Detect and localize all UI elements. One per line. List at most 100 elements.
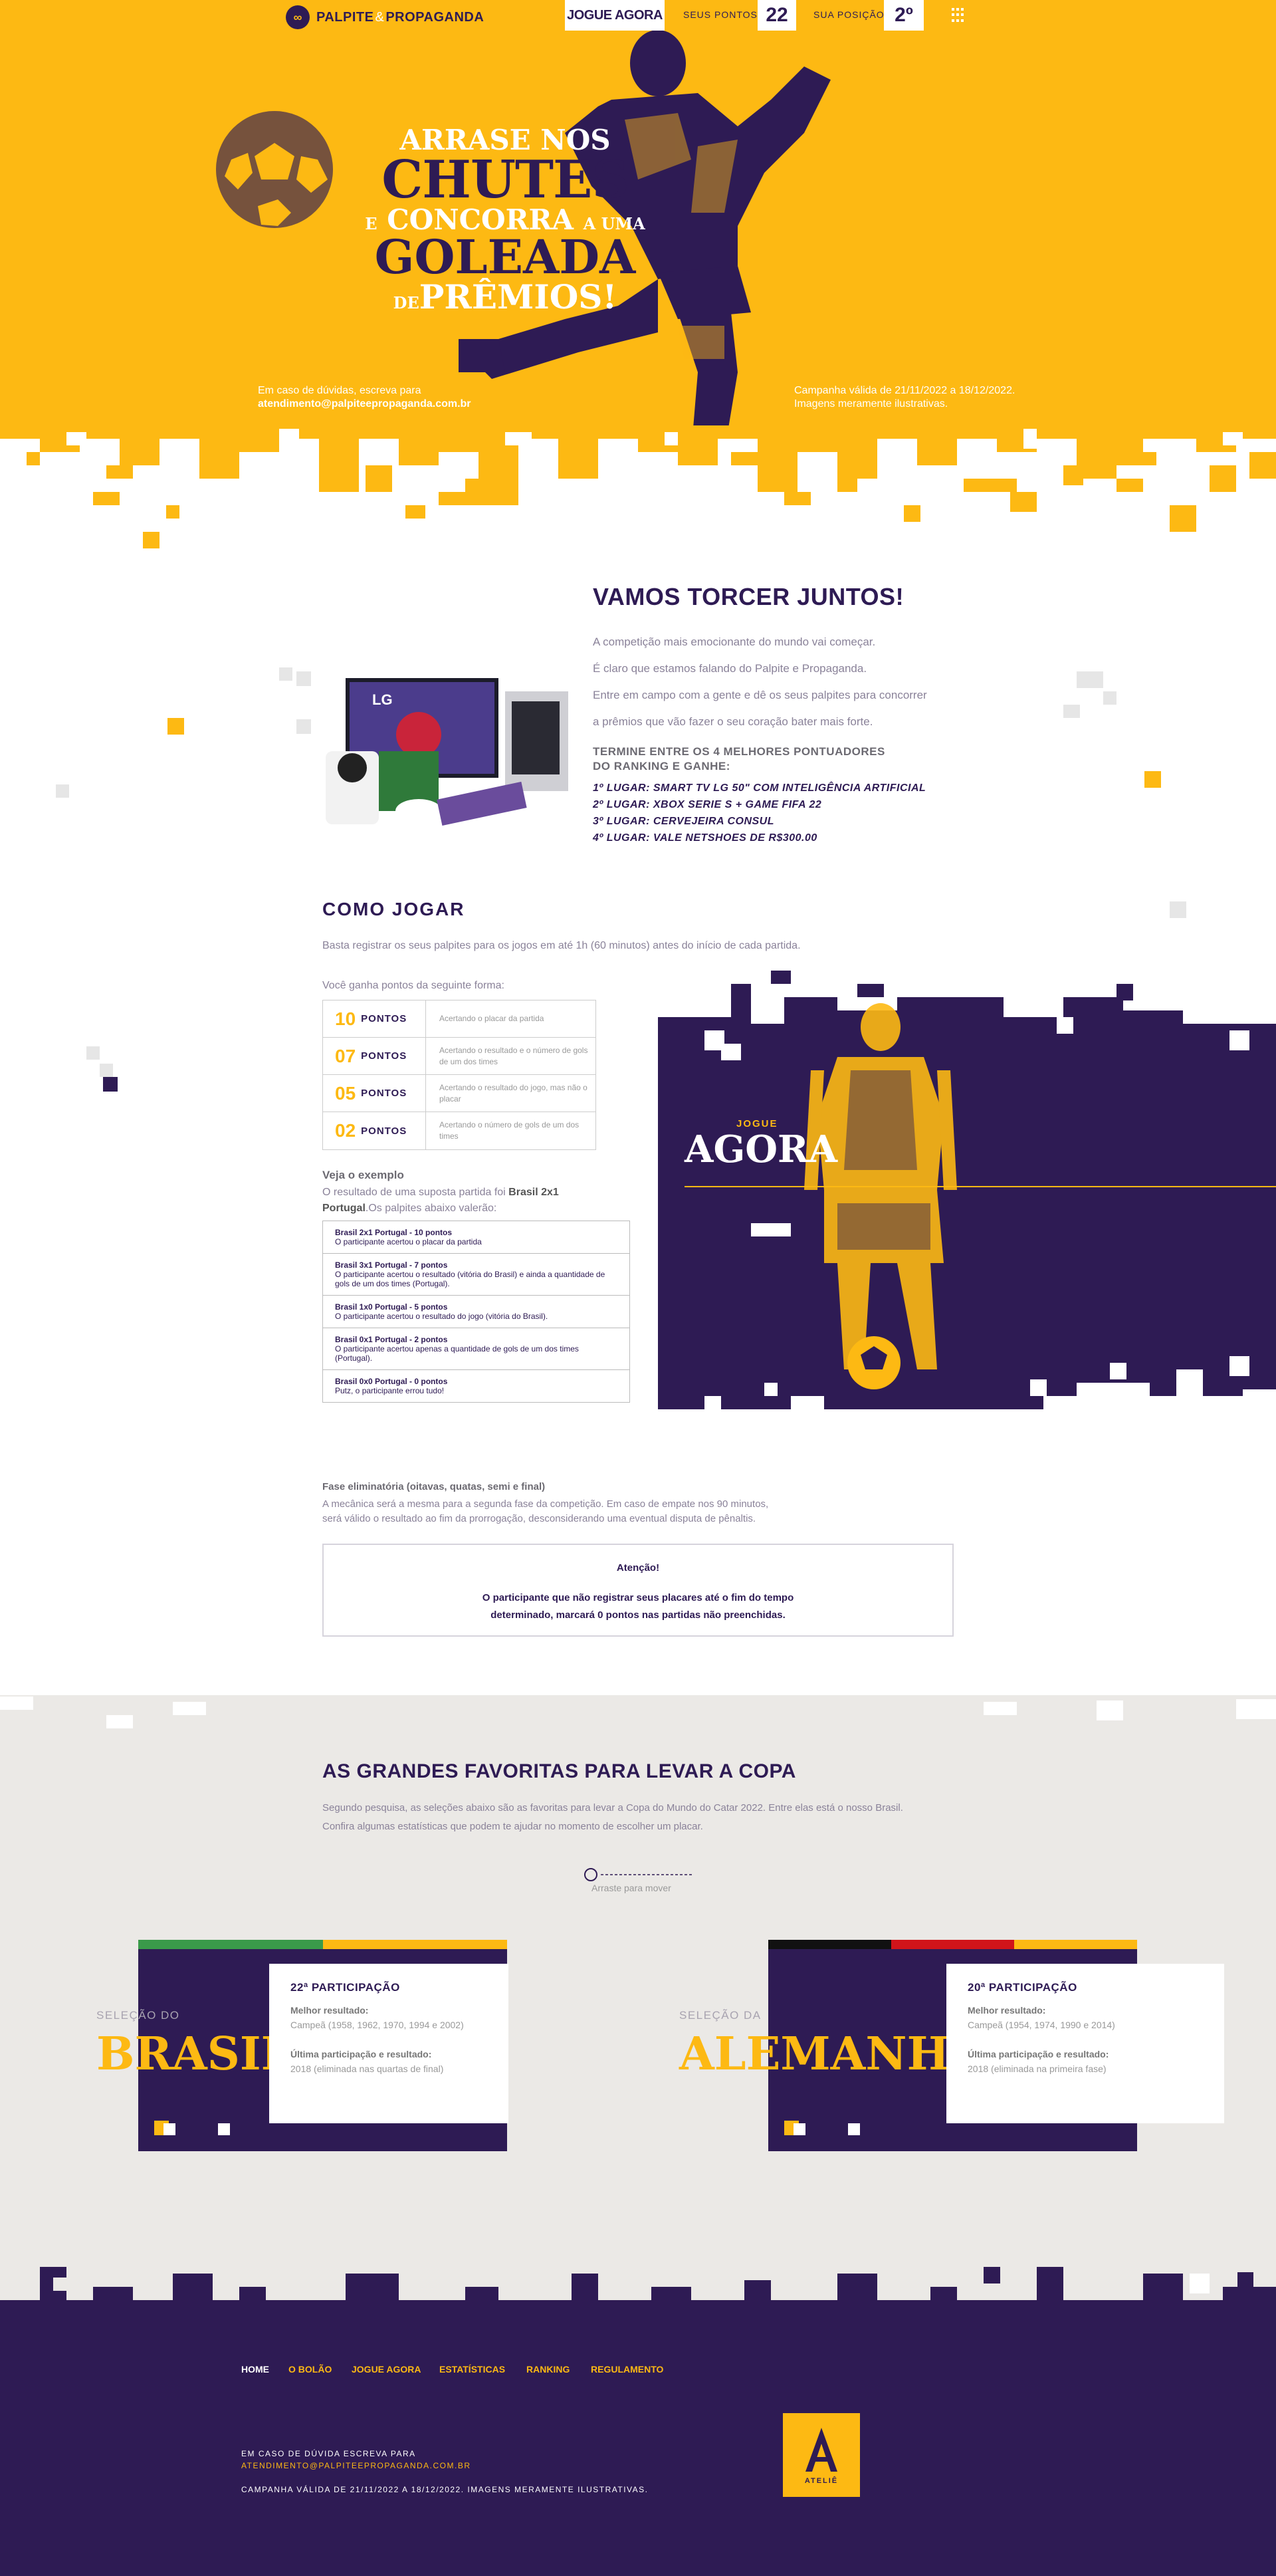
decorative-pixel <box>1023 429 1037 449</box>
atelie-badge[interactable]: ATELIÊ <box>783 2413 860 2497</box>
decorative-pixel <box>1143 439 1156 452</box>
best-result-label: Melhor resultado: <box>290 2005 369 2016</box>
example-intro-tail: .Os palpites abaixo valerão: <box>365 1203 497 1214</box>
example-title: Veja o exemplo <box>322 1169 404 1181</box>
decorative-pixel <box>565 465 591 479</box>
prize-heading: TERMINE ENTRE OS 4 MELHORES PONTUADORES … <box>593 745 885 774</box>
jogue-agora-artwork <box>658 971 1276 1409</box>
footer-nav-o-bolao[interactable]: O BOLÃO <box>288 2364 332 2375</box>
decorative-pixel <box>572 2274 598 2300</box>
example-row: Brasil 3x1 Portugal - 7 pontos O particip… <box>323 1254 629 1296</box>
decorative-pixel <box>93 492 120 505</box>
decorative-pixel <box>1130 1712 1156 1728</box>
footer-nav-regulamento[interactable]: REGULAMENTO <box>591 2364 663 2375</box>
decorative-pixel <box>346 1702 372 1728</box>
points-row: 07 PONTOS Acertando o resultado e o númer… <box>323 1038 595 1075</box>
vamos-paragraph-2: É claro que estamos falando do Palpite e… <box>593 662 867 675</box>
decorative-pixel <box>106 465 133 479</box>
team-pre-label: SELEÇÃO DA <box>679 2009 762 2022</box>
hero-contact: Em caso de dúvidas, escreva para atendim… <box>258 384 471 411</box>
footer-nav-jogue-agora[interactable]: JOGUE AGORA <box>352 2364 421 2375</box>
decorative-pixel <box>173 2274 213 2300</box>
decorative-pixel <box>1097 1700 1123 1720</box>
campaign-line-1: Campanha válida de 21/11/2022 a 18/12/20… <box>794 385 1015 396</box>
decorative-pixel <box>66 432 86 445</box>
vamos-paragraph-3: Entre em campo com a gente e dê os seus … <box>593 689 927 701</box>
decorative-pixel <box>0 1697 33 1710</box>
example-row: Brasil 0x0 Portugal - 0 pontos Putz, o pa… <box>323 1370 629 1402</box>
footer-nav-ranking[interactable]: RANKING <box>526 2364 570 2375</box>
footer-contact-email[interactable]: ATENDIMENTO@PALPITEEPROPAGANDA.COM.BR <box>241 2460 471 2472</box>
example-intro-text: O resultado de uma suposta partida foi <box>322 1187 509 1198</box>
attention-text-line-2: determinado, marcará 0 pontos nas partid… <box>490 1609 786 1621</box>
prize-heading-line-1: TERMINE ENTRE OS 4 MELHORES PONTUADORES <box>593 745 885 758</box>
decorative-pixel <box>53 2278 66 2291</box>
example-row-desc: O participante acertou apenas a quantida… <box>335 1344 579 1363</box>
footer-contact: EM CASO DE DÚVIDA ESCREVA PARA ATENDIMEN… <box>241 2448 471 2472</box>
flag-stripe <box>891 1940 1014 1949</box>
decorative-pixel <box>505 432 532 445</box>
decorative-pixel <box>1063 705 1080 718</box>
flag-stripe <box>323 1940 507 1949</box>
decorative-pixel <box>1063 465 1083 485</box>
best-result-value: Campeã (1958, 1962, 1970, 1994 e 2002) <box>290 2020 464 2030</box>
como-jogar-title: COMO JOGAR <box>322 899 465 919</box>
drag-hint: Arraste para mover <box>591 1883 671 1893</box>
atelie-text: ATELIÊ <box>804 2477 839 2485</box>
headline-line-5-main: PRÊMIOS! <box>419 277 617 316</box>
decorative-pixel <box>86 1046 100 1060</box>
decorative-pixel <box>1249 452 1276 479</box>
drag-slider-indicator[interactable] <box>582 1867 695 1883</box>
como-intro: Basta registrar os seus palpites para os… <box>322 940 801 951</box>
last-result-value: 2018 (eliminada na primeira fase) <box>968 2063 1107 2074</box>
decorative-pixel <box>1143 2274 1183 2300</box>
decorative-pixel <box>405 505 425 519</box>
agora-big-label: AGORA <box>685 1127 838 1171</box>
example-row: Brasil 2x1 Portugal - 10 pontos O partici… <box>323 1221 629 1254</box>
site-logo[interactable]: ∞ PALPITE & PROPAGANDA <box>286 5 484 29</box>
points-intro: Você ganha pontos da seguinte forma: <box>322 980 504 991</box>
points-word: PONTOS <box>361 1050 407 1062</box>
infinity-logo-icon: ∞ <box>286 5 310 29</box>
example-intro-team: Portugal <box>322 1203 366 1214</box>
contact-email-link[interactable]: atendimento@palpiteepropaganda.com.br <box>258 398 471 410</box>
drag-hand-icon <box>584 1868 694 1881</box>
hero-campaign-note: Campanha válida de 21/11/2022 a 18/12/20… <box>794 384 1015 411</box>
jogue-agora-panel[interactable]: JOGUE AGORA <box>658 971 1276 1409</box>
decorative-pixel <box>166 505 179 519</box>
example-intro: O resultado de uma suposta partida foi B… <box>322 1185 608 1217</box>
decorative-pixel <box>100 1064 113 1077</box>
prize-list: 1º LUGAR: SMART TV LG 50" COM INTELIGÊNC… <box>593 780 926 846</box>
last-result-value: 2018 (eliminada nas quartas de final) <box>290 2063 444 2074</box>
example-row: Brasil 1x0 Portugal - 5 pontos O particip… <box>323 1296 629 1328</box>
grid-menu-icon[interactable] <box>952 8 966 23</box>
example-row-desc: O participante acertou o placar da parti… <box>335 1237 482 1246</box>
fase-text-line-1: A mecânica será a mesma para a segunda f… <box>322 1498 769 1510</box>
attention-title: Atenção! <box>616 1562 660 1574</box>
jogue-agora-button[interactable]: JOGUE AGORA <box>565 0 665 31</box>
decorative-pixel <box>93 2287 133 2300</box>
campaign-line-2: Imagens meramente ilustrativas. <box>794 398 948 410</box>
footer-nav-home[interactable]: HOME <box>241 2364 269 2375</box>
points-word: PONTOS <box>361 1125 407 1137</box>
decorative-pixel <box>837 2274 877 2300</box>
decorative-pixel <box>731 452 758 465</box>
svg-text:LG: LG <box>372 691 393 708</box>
points-description: Acertando o resultado e o número de gols… <box>439 1045 588 1066</box>
team-stats-card: 22ª PARTICIPAÇÃO Melhor resultado: Campe… <box>269 1964 508 2123</box>
prize-item: 1º LUGAR: SMART TV LG 50" COM INTELIGÊNC… <box>593 782 926 794</box>
contact-text: Em caso de dúvidas, escreva para <box>258 385 421 396</box>
decorative-pixel <box>665 432 678 445</box>
decorative-pixel <box>904 505 920 522</box>
favoritas-title: AS GRANDES FAVORITAS PARA LEVAR A COPA <box>322 1760 796 1782</box>
decorative-pixel <box>930 1708 964 1728</box>
hero-headline: ARRASE NOS CHUTES E CONCORRA A UMA GOLEA… <box>346 126 665 314</box>
decorative-pixel <box>266 1712 306 1725</box>
decorative-pixel <box>143 532 160 548</box>
decorative-pixel <box>1223 2287 1276 2300</box>
position-value: 2º <box>884 0 924 31</box>
favoritas-intro: Segundo pesquisa, as seleções abaixo são… <box>322 1799 903 1836</box>
pixel <box>163 2123 175 2135</box>
flag-stripe <box>1014 1940 1137 1949</box>
footer-nav-estatisticas[interactable]: ESTATÍSTICAS <box>439 2364 505 2375</box>
